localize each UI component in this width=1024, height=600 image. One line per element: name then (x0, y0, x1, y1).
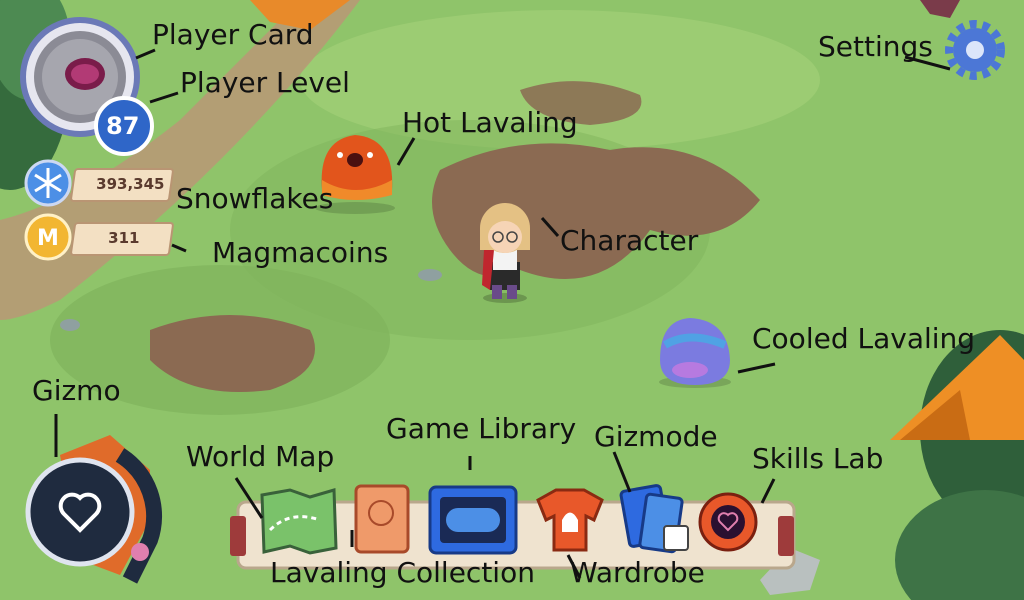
magmacoins-value: 311 (108, 229, 140, 247)
player-level-value: 87 (106, 112, 140, 140)
label-lavaling-collection: Lavaling Collection (270, 556, 535, 589)
label-game-library: Game Library (386, 412, 577, 445)
label-gizmo: Gizmo (32, 374, 121, 407)
label-character: Character (560, 224, 699, 257)
svg-text:M: M (37, 226, 59, 251)
label-settings: Settings (818, 30, 933, 63)
label-magmacoins: Magmacoins (212, 236, 389, 269)
magmacoins-counter: 311 (69, 222, 175, 256)
game-scene: M (0, 0, 1024, 600)
lavaling-collection-button[interactable] (354, 484, 410, 554)
label-gizmode: Gizmode (594, 420, 718, 453)
label-snowflakes: Snowflakes (176, 182, 334, 215)
label-skills-lab: Skills Lab (752, 442, 884, 475)
label-cooled-lavaling: Cooled Lavaling (752, 322, 976, 355)
label-player-level: Player Level (180, 66, 350, 99)
snowflake-icon (24, 159, 72, 207)
snowflakes-counter: 393,345 (69, 168, 175, 202)
magmacoin-icon: M (24, 213, 72, 261)
world-map-button[interactable] (260, 488, 338, 555)
label-hot-lavaling: Hot Lavaling (402, 106, 578, 139)
label-world-map: World Map (186, 440, 335, 473)
game-library-button[interactable] (428, 485, 518, 555)
skills-lab-button[interactable] (698, 492, 758, 552)
label-player-card: Player Card (152, 18, 314, 51)
snowflakes-value: 393,345 (96, 175, 165, 193)
label-wardrobe: Wardrobe (570, 556, 705, 589)
